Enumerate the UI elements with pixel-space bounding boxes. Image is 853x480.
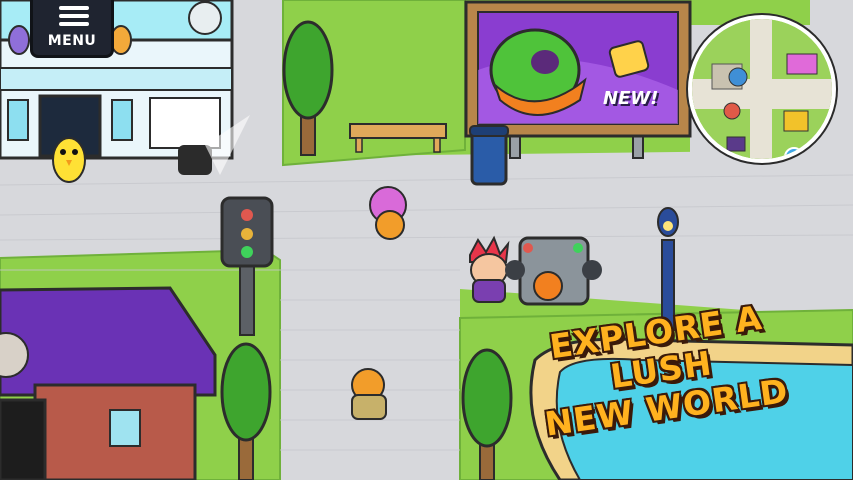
shop-building[interactable] (0, 288, 215, 480)
menu-button[interactable]: MENU (30, 0, 114, 58)
orange-bird-npc[interactable] (348, 368, 390, 424)
pink-hair-npc[interactable] (368, 186, 408, 242)
traffic-light (222, 198, 272, 338)
player-avatar[interactable] (468, 238, 510, 304)
minimap-graphic (692, 19, 832, 159)
minimap[interactable]: ! (688, 15, 836, 163)
hamburger-icon (59, 6, 89, 30)
bench (350, 124, 446, 154)
billboard-new-label: NEW! (603, 88, 659, 109)
trash-can (470, 126, 508, 184)
robot-machine[interactable] (508, 230, 600, 308)
billboard[interactable] (466, 2, 690, 136)
menu-label: MENU (47, 33, 97, 49)
game-scene[interactable]: NEW! MENU ! EXPLORE A LUSH NEW WORLD (0, 0, 853, 480)
yellow-chick-npc[interactable] (52, 136, 86, 184)
